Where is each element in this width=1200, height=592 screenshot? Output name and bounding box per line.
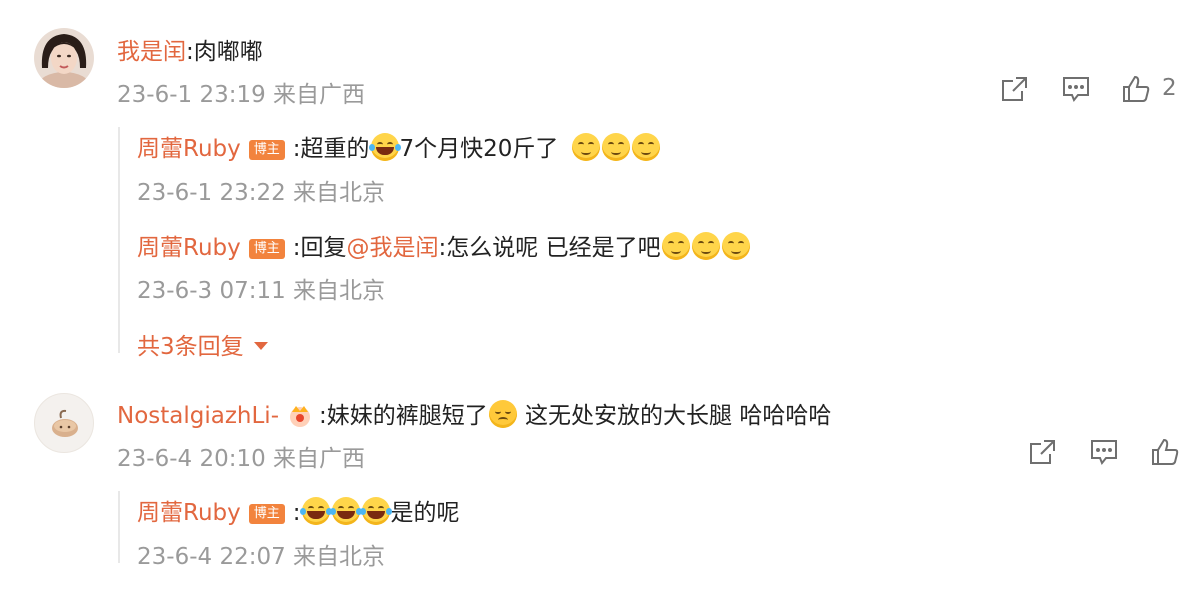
- reply-timestamp: 23-6-3 07:11 来自北京: [137, 278, 386, 304]
- laughing-emoji-icon: [299, 497, 332, 525]
- mention-link[interactable]: @我是闰: [347, 235, 439, 261]
- shy-emoji-icon: [661, 232, 690, 260]
- comment-icon: [1091, 440, 1117, 465]
- reply-body-part: 7个月快20斤了: [399, 136, 559, 162]
- laughing-emoji-icon: [359, 497, 392, 525]
- comment-body: :肉嘟嘟: [186, 39, 263, 65]
- reply-thread-bar: [118, 491, 120, 563]
- like-button[interactable]: [1121, 74, 1151, 104]
- chevron-down-icon: [253, 342, 268, 350]
- reply-timestamp: 23-6-1 23:22 来自北京: [137, 180, 386, 206]
- like-count: 2: [1162, 75, 1177, 101]
- comment-button[interactable]: [1061, 74, 1091, 104]
- laughing-emoji-icon: [329, 497, 362, 525]
- comment-button[interactable]: [1089, 437, 1119, 467]
- username-link[interactable]: NostalgiazhLi-: [117, 403, 279, 429]
- username-link[interactable]: 周蕾Ruby: [137, 136, 241, 162]
- avatar[interactable]: [34, 28, 94, 88]
- like-icon: [1123, 75, 1150, 102]
- share-icon: [1002, 77, 1027, 101]
- comment-timestamp: 23-6-4 20:10 来自广西: [117, 446, 366, 472]
- comment-icon: [1063, 77, 1089, 102]
- crown-icon: [290, 406, 310, 427]
- crying-emoji-icon: [488, 400, 517, 428]
- reply-timestamp: 23-6-4 22:07 来自北京: [137, 544, 386, 570]
- author-badge: 博主: [248, 504, 285, 524]
- reply-text: 周蕾Ruby 博主 :回复@我是闰:怎么说呢 已经是了吧: [137, 228, 751, 262]
- shy-emoji-icon: [601, 133, 630, 161]
- comment-body-part: :妹妹的裤腿短了: [319, 403, 488, 429]
- reply-body-part: :怎么说呢 已经是了吧: [438, 235, 661, 261]
- username-link[interactable]: 周蕾Ruby: [137, 235, 241, 261]
- reply-text: 周蕾Ruby 博主 :超重的 7个月快20斤了: [137, 129, 661, 163]
- username-link[interactable]: 我是闰: [117, 39, 186, 65]
- reply-body-part: 是的呢: [390, 500, 460, 526]
- comment-timestamp: 23-6-1 23:19 来自广西: [117, 82, 366, 108]
- more-replies-label: 共3条回复: [137, 334, 244, 360]
- shy-emoji-icon: [571, 133, 600, 161]
- shy-emoji-icon: [721, 232, 750, 260]
- like-icon: [1152, 438, 1179, 465]
- share-button[interactable]: [1028, 437, 1058, 467]
- author-badge: 博主: [248, 239, 285, 259]
- shy-emoji-icon: [631, 133, 660, 161]
- share-button[interactable]: [1000, 74, 1030, 104]
- share-icon: [1030, 440, 1055, 464]
- avatar[interactable]: [34, 393, 94, 453]
- username-link[interactable]: 周蕾Ruby: [137, 500, 241, 526]
- shy-emoji-icon: [691, 232, 720, 260]
- reply-text: 周蕾Ruby 博主: 是的呢: [137, 493, 460, 527]
- comment-text: 我是闰:肉嘟嘟: [117, 32, 263, 66]
- comment-body-part: 这无处安放的大长腿 哈哈哈哈: [517, 403, 832, 429]
- comment-text: NostalgiazhLi- :妹妹的裤腿短了 这无处安放的大长腿 哈哈哈哈: [117, 396, 831, 430]
- like-button[interactable]: [1150, 437, 1180, 467]
- laughing-emoji-icon: [368, 133, 401, 161]
- reply-thread-bar: [118, 127, 120, 353]
- reply-prefix: :回复: [292, 235, 347, 261]
- reply-body-part: :超重的: [292, 136, 370, 162]
- more-replies-link[interactable]: 共3条回复: [137, 327, 269, 361]
- author-badge: 博主: [248, 140, 285, 160]
